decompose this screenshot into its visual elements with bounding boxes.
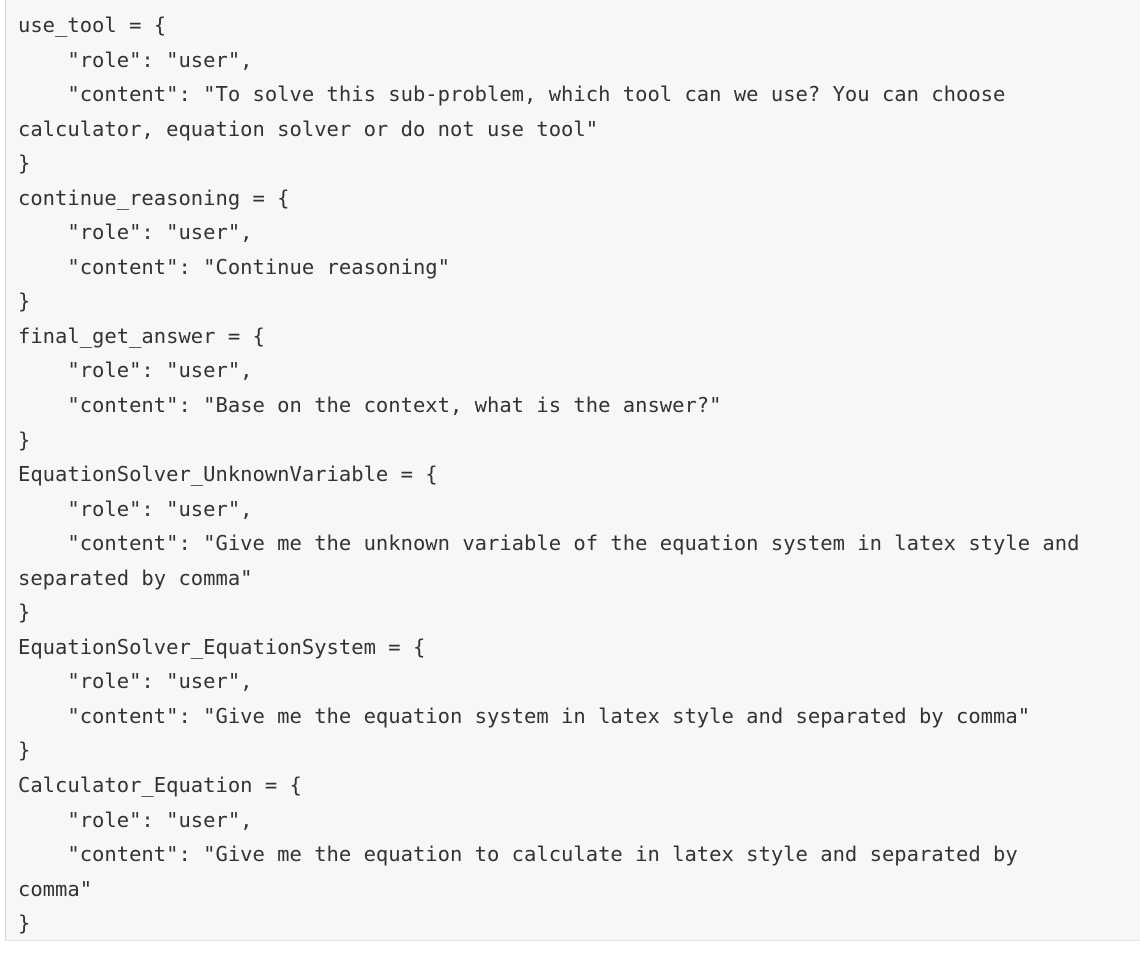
code-line: } <box>18 738 31 763</box>
code-line: Calculator_Equation = { <box>18 773 302 798</box>
code-line: "role": "user", <box>18 496 253 521</box>
code-line: EquationSolver_UnknownVariable = { <box>18 462 438 487</box>
code-line: } <box>18 151 31 176</box>
code-line: final_get_answer = { <box>18 323 265 348</box>
code-line: "content": "Base on the context, what is… <box>18 393 722 418</box>
code-line: "role": "user", <box>18 47 253 72</box>
code-line: "content": "To solve this sub-problem, w… <box>18 82 1006 107</box>
code-line: calculator, equation solver or do not us… <box>18 116 599 141</box>
code-line: continue_reasoning = { <box>18 185 290 210</box>
code-line: "content": "Give me the equation to calc… <box>18 842 1018 867</box>
code-line: "content": "Give me the equation system … <box>18 703 1031 728</box>
code-content: use_tool = { "role": "user", "content": … <box>6 0 1140 940</box>
code-line: } <box>18 600 31 625</box>
code-line: "role": "user", <box>18 358 253 383</box>
code-line: } <box>18 427 31 452</box>
code-line: "content": "Continue reasoning" <box>18 254 450 279</box>
code-line: "role": "user", <box>18 220 253 245</box>
code-line: EquationSolver_EquationSystem = { <box>18 634 426 659</box>
code-line: comma" <box>18 876 93 901</box>
code-line: separated by comma" <box>18 565 253 590</box>
code-line: "role": "user", <box>18 807 253 832</box>
code-line: "role": "user", <box>18 669 253 694</box>
code-line: use_tool = { <box>18 13 167 37</box>
code-line: "content": "Give me the unknown variable… <box>18 531 1080 556</box>
code-block: use_tool = { "role": "user", "content": … <box>5 0 1140 941</box>
code-line: } <box>18 289 31 314</box>
code-line: } <box>18 911 31 936</box>
